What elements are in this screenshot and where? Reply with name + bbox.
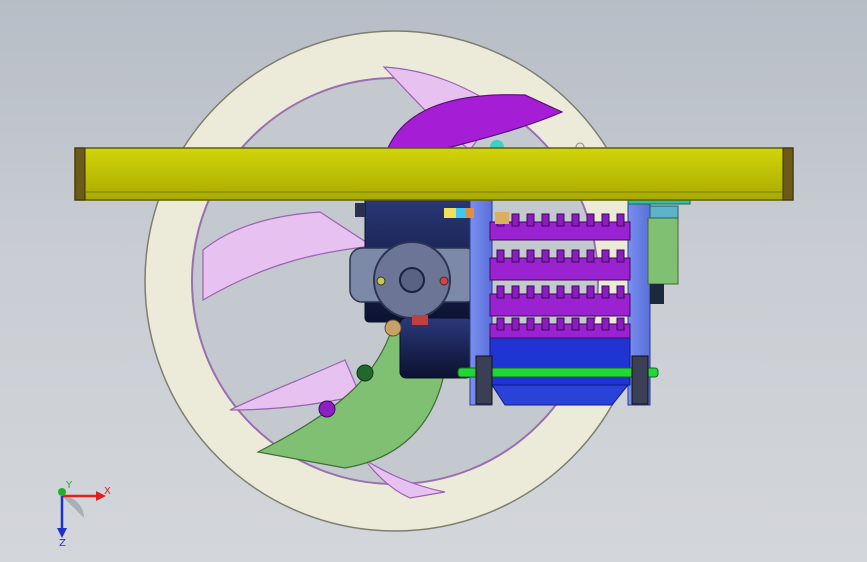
gear-tooth <box>616 213 625 227</box>
gear-tooth <box>556 249 565 263</box>
gear-tooth <box>586 317 595 331</box>
motor-bolt-right <box>439 276 449 286</box>
gear-tooth <box>571 317 580 331</box>
x-axis-label: X <box>104 486 111 497</box>
gear-tooth <box>526 285 535 299</box>
z-axis-arrow <box>57 528 67 538</box>
gear-tooth <box>601 249 610 263</box>
motor-bolt-left <box>376 276 386 286</box>
sector-pin-purple <box>318 400 336 418</box>
gear-tooth <box>571 213 580 227</box>
gear-tooth <box>526 249 535 263</box>
gear-tooth <box>616 317 625 331</box>
side-bracket <box>647 217 679 285</box>
gear-tooth <box>601 285 610 299</box>
z-axis-label: Z <box>59 538 66 548</box>
gear-tooth <box>541 317 550 331</box>
gear-tooth <box>511 249 520 263</box>
gear-tooth <box>496 317 505 331</box>
gear-tooth <box>511 317 520 331</box>
y-axis-label: Y <box>65 480 73 491</box>
y-axis-dot <box>58 488 66 496</box>
gear-tooth <box>526 213 535 227</box>
gear-tooth <box>541 249 550 263</box>
gear-tooth <box>616 249 625 263</box>
gear-tooth <box>571 249 580 263</box>
gear-tooth <box>556 213 565 227</box>
gear-tooth <box>526 317 535 331</box>
top-beam[interactable] <box>74 147 794 201</box>
gear-tooth <box>556 285 565 299</box>
sector-pin-green <box>356 364 374 382</box>
gear-tooth <box>616 285 625 299</box>
gear-tooth <box>586 285 595 299</box>
gear-tooth <box>601 213 610 227</box>
gear-tooth <box>601 317 610 331</box>
gear-tooth <box>586 213 595 227</box>
coordinate-triad: X Z Y <box>57 480 111 548</box>
gear-tooth <box>511 285 520 299</box>
gear-tooth <box>496 249 505 263</box>
gear-tooth <box>541 285 550 299</box>
cad-viewport[interactable] <box>0 0 867 562</box>
gear-tooth <box>571 285 580 299</box>
gear-tooth <box>541 213 550 227</box>
gear-tooth <box>556 317 565 331</box>
gear-tooth <box>511 213 520 227</box>
gear-tooth <box>496 285 505 299</box>
gear-tooth <box>586 249 595 263</box>
